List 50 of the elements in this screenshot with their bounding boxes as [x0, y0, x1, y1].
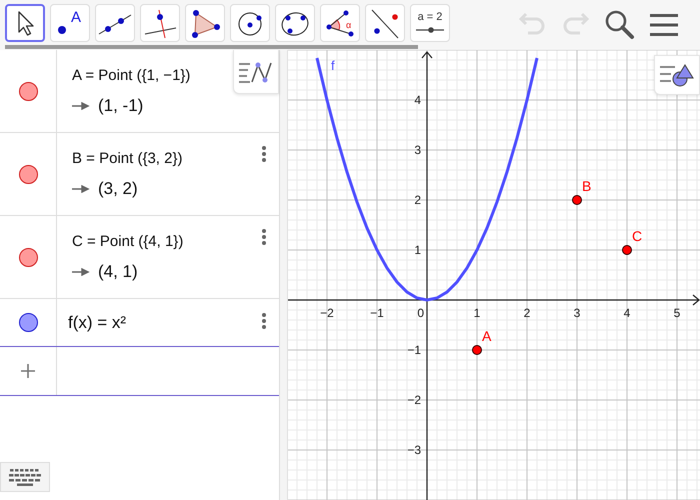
- arrow-icon: [72, 184, 90, 192]
- keyboard-button[interactable]: [0, 462, 50, 492]
- value-text: (1, -1): [98, 96, 144, 116]
- y-tick-label: 1: [414, 243, 421, 257]
- value-text: (3, 2): [98, 178, 138, 198]
- style-bar-icon: [238, 60, 274, 84]
- y-tick-label: 2: [414, 193, 421, 207]
- keyboard-icon: [8, 468, 42, 486]
- x-tick-label: 3: [574, 306, 580, 320]
- menu-icon: [649, 12, 679, 38]
- more-options-icon[interactable]: [261, 228, 267, 246]
- plus-icon[interactable]: [20, 363, 36, 379]
- more-options-icon[interactable]: [261, 145, 267, 163]
- point-label: B: [582, 178, 592, 194]
- visibility-marker[interactable]: [18, 248, 38, 266]
- point[interactable]: [572, 195, 582, 205]
- style-bar-toggle[interactable]: [654, 55, 700, 95]
- visibility-marker[interactable]: [18, 164, 38, 184]
- point[interactable]: [622, 245, 632, 255]
- point[interactable]: [472, 345, 482, 355]
- definition-text: f(x) = x²: [68, 312, 126, 332]
- x-tick-label: 0: [417, 306, 424, 320]
- x-tick-label: 2: [524, 306, 530, 320]
- arrow-icon: [72, 102, 90, 110]
- definition-text: B = Point ({3, 2}): [72, 150, 182, 166]
- x-tick-label: 4: [624, 306, 630, 320]
- y-tick-label: −2: [407, 393, 421, 407]
- x-tick-label: 1: [474, 306, 480, 320]
- x-tick-label: −1: [370, 306, 384, 320]
- definition-text: A = Point ({1, −1}): [72, 66, 190, 84]
- arrow-icon: [72, 268, 90, 276]
- visibility-marker[interactable]: [18, 82, 38, 100]
- y-tick-label: −1: [407, 343, 421, 357]
- function-label: f: [331, 58, 335, 73]
- point-label: C: [632, 228, 642, 244]
- search-icon: [604, 9, 636, 41]
- y-tick-label: 3: [414, 143, 421, 157]
- y-tick-label: 4: [414, 93, 421, 107]
- tool-button[interactable]: [5, 4, 45, 42]
- x-tick-label: −2: [320, 306, 334, 320]
- x-tick-label: 5: [674, 306, 680, 320]
- function-curve[interactable]: [316, 58, 538, 302]
- style-bar-icon: [659, 62, 695, 88]
- style-bar-toggle[interactable]: [233, 50, 279, 94]
- point-label: A: [482, 328, 492, 344]
- y-tick-label: −3: [407, 443, 421, 457]
- definition-text: C = Point ({4, 1}): [72, 232, 184, 250]
- visibility-marker[interactable]: [18, 313, 38, 332]
- value-text: (4, 1): [98, 262, 138, 282]
- more-options-icon[interactable]: [261, 312, 267, 330]
